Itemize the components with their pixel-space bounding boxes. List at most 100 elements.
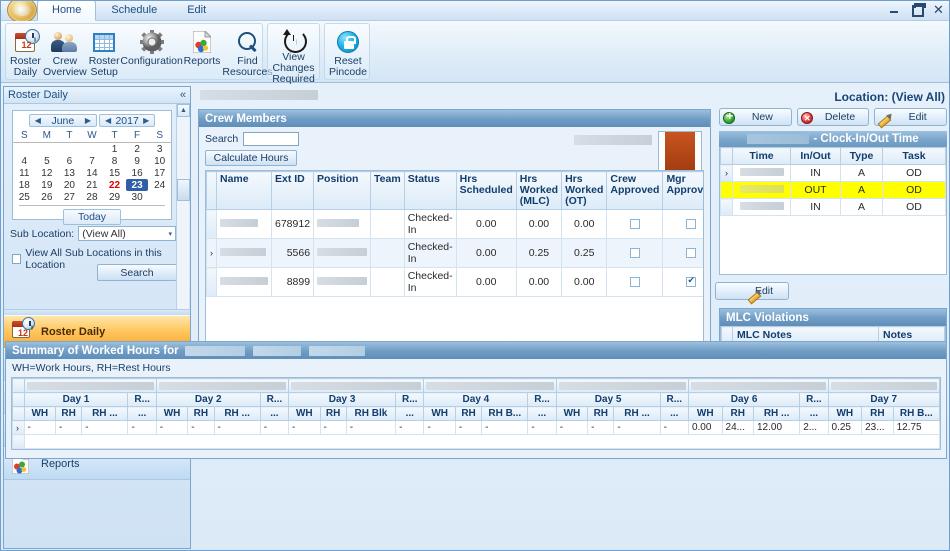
sub-header-rest[interactable]: ... bbox=[259, 406, 290, 421]
scroll-up-icon[interactable]: ▲ bbox=[177, 104, 190, 117]
sub-header-wh[interactable]: WH bbox=[288, 406, 321, 421]
column-header-name[interactable]: Name bbox=[216, 171, 272, 210]
row-selector[interactable] bbox=[12, 434, 25, 449]
app-logo-icon[interactable] bbox=[7, 1, 37, 23]
column-header-crew-approved[interactable]: Crew Approved bbox=[606, 171, 664, 210]
new-button[interactable]: New bbox=[719, 108, 792, 126]
mgr-approved-checkbox[interactable] bbox=[685, 248, 696, 259]
prev-year-icon[interactable]: ◀ bbox=[102, 116, 114, 125]
calendar-day[interactable]: 28 bbox=[81, 191, 104, 203]
delete-button[interactable]: Delete bbox=[796, 108, 870, 126]
crew-approved-checkbox[interactable] bbox=[629, 277, 640, 288]
sub-header-rh[interactable]: RH bbox=[721, 406, 755, 421]
sub-header-wh[interactable]: WH bbox=[827, 406, 863, 421]
day-group-header[interactable]: Day 7 bbox=[827, 392, 940, 407]
calendar-day[interactable]: 18 bbox=[13, 179, 36, 191]
calendar-day[interactable]: 25 bbox=[13, 191, 36, 203]
sub-header-wh[interactable]: WH bbox=[555, 406, 589, 421]
sub-header-rest[interactable]: ... bbox=[659, 406, 689, 421]
mgr-approved-checkbox[interactable] bbox=[685, 275, 696, 288]
prev-month-icon[interactable]: ◀ bbox=[32, 116, 44, 125]
column-header-ext-id[interactable]: Ext ID bbox=[270, 171, 315, 210]
edit-button[interactable]: Edit bbox=[874, 108, 948, 126]
ribbon-roster-setup-button[interactable]: Roster Setup bbox=[88, 26, 121, 79]
clock-grid[interactable]: Time In/Out Type Task › IN A OD OUT A OD… bbox=[719, 147, 947, 275]
table-row[interactable]: 8899 Checked-In 0.00 0.00 0.00 bbox=[206, 267, 703, 297]
sub-header-wh[interactable]: WH bbox=[23, 406, 57, 421]
table-row[interactable]: › 5566 Checked-In 0.00 0.25 0.25 bbox=[206, 238, 703, 268]
row-selector-active[interactable]: › bbox=[720, 164, 733, 182]
tab-home[interactable]: Home bbox=[37, 1, 97, 21]
sub-header-rh[interactable]: RH bbox=[187, 406, 215, 421]
calculate-hours-button[interactable]: Calculate Hours bbox=[205, 150, 297, 166]
calendar-day[interactable]: 11 bbox=[13, 167, 36, 179]
sub-header-rh[interactable]: RH bbox=[454, 406, 483, 421]
rest-group-header[interactable]: R... bbox=[395, 392, 425, 407]
day-group-header[interactable]: Day 3 bbox=[288, 392, 397, 407]
calendar-day[interactable]: 30 bbox=[126, 191, 149, 203]
sub-header-rhblk[interactable]: RH ... bbox=[81, 406, 129, 421]
sub-location-dropdown[interactable]: (View All) ▾ bbox=[78, 226, 176, 241]
sub-header-wh[interactable]: WH bbox=[423, 406, 456, 421]
column-header-hrs-scheduled[interactable]: Hrs Scheduled bbox=[455, 171, 517, 210]
table-row-highlighted[interactable]: OUT A OD bbox=[720, 181, 946, 199]
cell-mgr-approved[interactable] bbox=[662, 238, 703, 268]
rest-group-header[interactable]: R... bbox=[259, 392, 290, 407]
sub-header-rhblk[interactable]: RH ... bbox=[752, 406, 801, 421]
column-header-hrs-worked-ot[interactable]: Hrs Worked (OT) bbox=[561, 171, 608, 210]
row-selector[interactable] bbox=[720, 181, 733, 199]
sub-header-rh[interactable]: RH bbox=[587, 406, 615, 421]
calendar-day[interactable]: 19 bbox=[36, 179, 59, 191]
collapse-sidebar-icon[interactable]: « bbox=[180, 89, 186, 101]
rest-group-header[interactable]: R... bbox=[527, 392, 557, 407]
row-selector[interactable] bbox=[206, 209, 217, 239]
sub-header-rest[interactable]: ... bbox=[127, 406, 157, 421]
day-group-header[interactable]: Day 2 bbox=[155, 392, 261, 407]
sub-header-rest[interactable]: ... bbox=[395, 406, 425, 421]
close-icon[interactable]: ✕ bbox=[932, 3, 945, 16]
cell-mgr-approved[interactable] bbox=[662, 267, 703, 297]
sub-header-rhblk[interactable]: RH ... bbox=[213, 406, 261, 421]
sub-header-rh[interactable]: RH bbox=[55, 406, 83, 421]
calendar-day[interactable]: 13 bbox=[58, 167, 81, 179]
sub-header-rest[interactable]: ... bbox=[799, 406, 829, 421]
calendar-day[interactable]: 9 bbox=[126, 155, 149, 167]
table-row[interactable]: › IN A OD bbox=[720, 164, 946, 182]
calendar-day[interactable]: 14 bbox=[81, 167, 104, 179]
restore-icon[interactable] bbox=[910, 3, 926, 17]
cell-crew-approved[interactable] bbox=[606, 209, 664, 239]
sub-header-rest[interactable]: ... bbox=[527, 406, 557, 421]
calendar-day[interactable]: 17 bbox=[148, 167, 171, 179]
column-header-position[interactable]: Position bbox=[313, 171, 372, 210]
mgr-approved-checkbox[interactable] bbox=[685, 219, 696, 230]
row-selector-active[interactable]: › bbox=[12, 420, 25, 435]
table-row[interactable]: IN A OD bbox=[720, 198, 946, 216]
calendar-day[interactable]: 20 bbox=[58, 179, 81, 191]
tab-edit[interactable]: Edit bbox=[172, 1, 221, 21]
clock-edit-button[interactable]: Edit bbox=[715, 282, 789, 300]
calendar-day[interactable]: 24 bbox=[148, 179, 171, 191]
next-year-icon[interactable]: ▶ bbox=[140, 116, 152, 125]
sidebar-vertical-scrollbar[interactable]: ▲ ▼ bbox=[176, 104, 190, 326]
calendar-day[interactable]: 21 bbox=[81, 179, 104, 191]
tab-schedule[interactable]: Schedule bbox=[96, 1, 172, 21]
next-month-icon[interactable]: ▶ bbox=[82, 116, 94, 125]
calendar-day[interactable]: 5 bbox=[36, 155, 59, 167]
crew-approved-checkbox[interactable] bbox=[629, 248, 640, 259]
calendar-day[interactable]: 4 bbox=[13, 155, 36, 167]
column-header-type[interactable]: Type bbox=[840, 147, 883, 165]
summary-grid[interactable]: Day 1 R... Day 2 R... Day 3 R... Day 4 R… bbox=[11, 377, 941, 450]
ribbon-find-resources-button[interactable]: Find Resources bbox=[221, 26, 273, 79]
date-picker-calendar[interactable]: ◀ June ▶ ◀ 2017 ▶ S M T W T F S 1 2 3 4 … bbox=[12, 110, 172, 225]
sub-header-rh[interactable]: RH bbox=[861, 406, 894, 421]
sub-header-rhblk[interactable]: RH B... bbox=[892, 406, 940, 421]
month-selector[interactable]: ◀ June ▶ bbox=[28, 114, 97, 127]
calendar-day[interactable]: 6 bbox=[58, 155, 81, 167]
calendar-day[interactable]: 3 bbox=[148, 143, 171, 156]
sub-header-rhblk[interactable]: RH B... bbox=[481, 406, 529, 421]
calendar-day[interactable]: 7 bbox=[81, 155, 104, 167]
calendar-day[interactable]: 27 bbox=[58, 191, 81, 203]
calendar-day[interactable] bbox=[36, 143, 59, 156]
sidebar-search-button[interactable]: Search bbox=[97, 264, 177, 281]
crew-search-input[interactable] bbox=[243, 132, 300, 146]
